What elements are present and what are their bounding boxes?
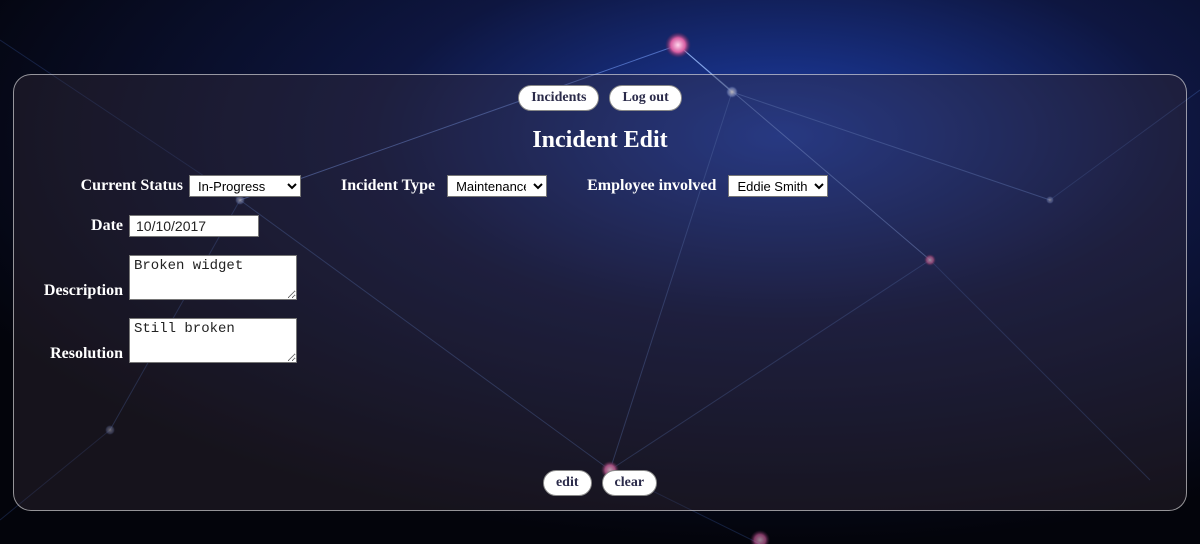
description-textarea[interactable]: Broken widget — [129, 255, 297, 300]
edit-button[interactable]: edit — [543, 470, 592, 496]
resolution-textarea[interactable]: Still broken — [129, 318, 297, 363]
incident-edit-panel: Incidents Log out Incident Edit Current … — [13, 74, 1187, 511]
label-employee: Employee involved — [587, 177, 722, 195]
top-nav: Incidents Log out — [14, 85, 1186, 111]
page-title: Incident Edit — [14, 127, 1186, 154]
label-resolution: Resolution — [34, 345, 129, 363]
label-type: Incident Type — [341, 177, 441, 195]
nav-logout-button[interactable]: Log out — [609, 85, 681, 111]
incident-form: Current Status In-Progress Incident Type… — [14, 175, 1186, 381]
label-status: Current Status — [34, 177, 189, 195]
label-date: Date — [34, 217, 129, 235]
date-input[interactable] — [129, 215, 259, 237]
incident-type-select[interactable]: Maintenance — [447, 175, 547, 197]
form-actions: edit clear — [14, 470, 1186, 496]
label-description: Description — [34, 282, 129, 300]
nav-incidents-button[interactable]: Incidents — [518, 85, 599, 111]
status-select[interactable]: In-Progress — [189, 175, 301, 197]
clear-button[interactable]: clear — [602, 470, 658, 496]
employee-select[interactable]: Eddie Smith — [728, 175, 828, 197]
